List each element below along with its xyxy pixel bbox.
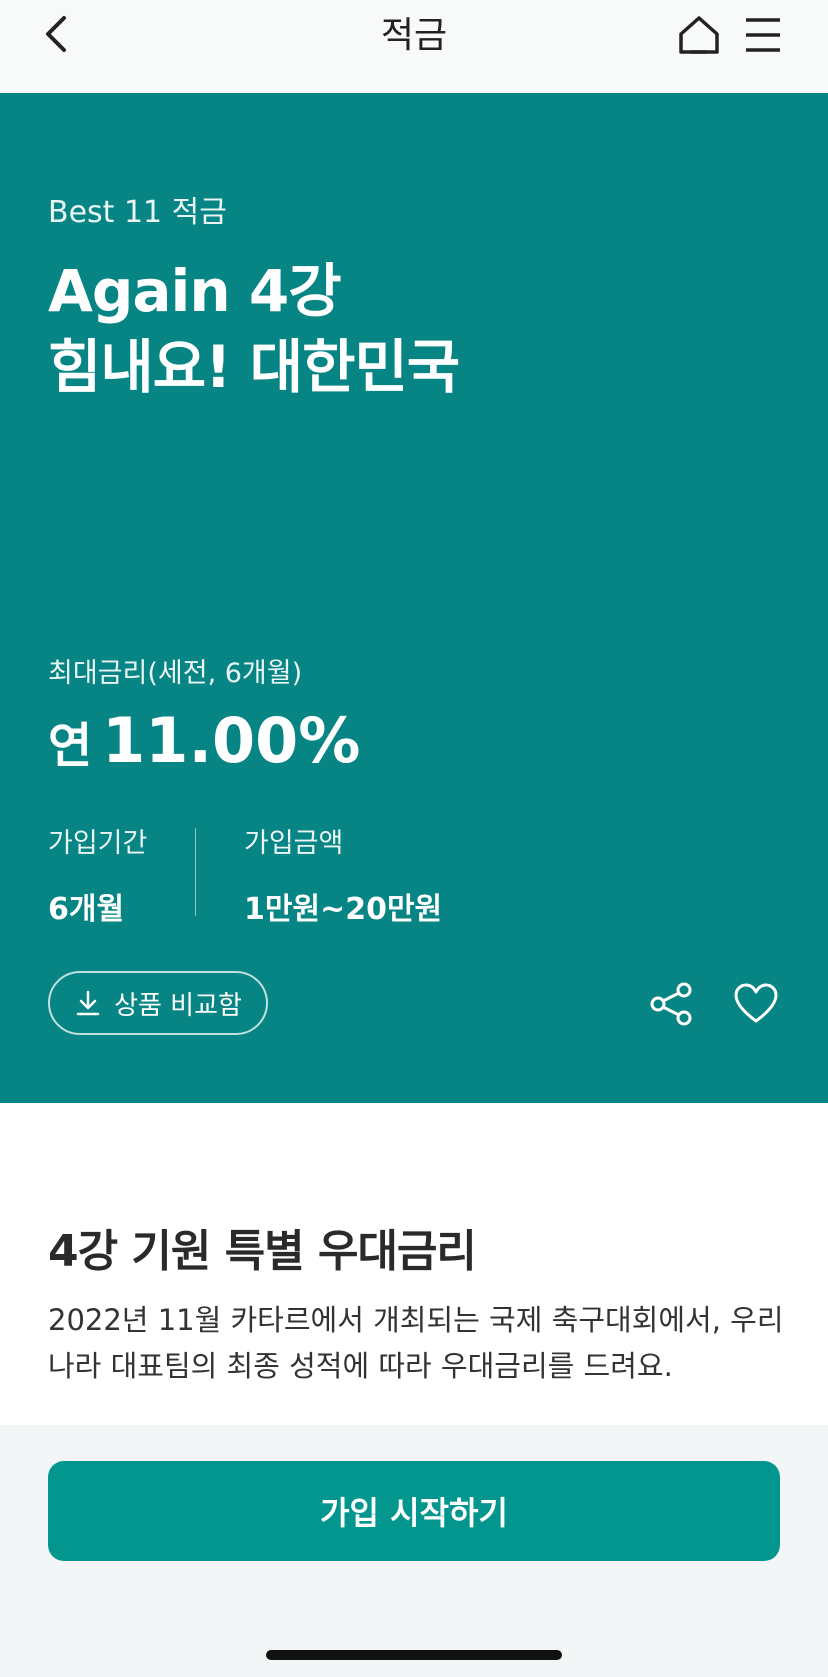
- benefit-description: 2022년 11월 카타르에서 개최되는 국제 축구대회에서, 우리나라 대표팀…: [48, 1303, 784, 1383]
- download-icon: [76, 990, 100, 1016]
- home-button[interactable]: [677, 14, 721, 58]
- period-label: 가입기간: [48, 828, 148, 859]
- period-value: 6개월: [48, 892, 125, 927]
- share-icon: [650, 982, 692, 1026]
- info-divider: [195, 828, 196, 916]
- like-button[interactable]: [733, 981, 779, 1027]
- amount-value: 1만원~20만원: [244, 892, 443, 927]
- heart-icon: [734, 983, 778, 1023]
- benefit-section: 4강 기원 특별 우대금리 2022년 11월 카타르에서 개최되는 국제 축구…: [0, 1103, 828, 1425]
- menu-button[interactable]: [742, 14, 786, 58]
- rate-prefix: 연: [48, 718, 93, 774]
- rate-value: 11.00%: [102, 704, 361, 777]
- headline-line-2: 힘내요! 대한민국: [48, 333, 460, 401]
- product-category: Best 11 적금: [48, 195, 227, 230]
- headline-line-1: Again 4강: [48, 257, 342, 325]
- amount-label: 가입금액: [244, 828, 344, 859]
- period-info: 가입기간 6개월: [48, 821, 147, 928]
- home-icon: [679, 16, 719, 54]
- product-headline: Again 4강 힘내요! 대한민국: [48, 253, 460, 405]
- amount-info: 가입금액 1만원~20만원: [244, 821, 442, 928]
- max-rate-label: 최대금리(세전, 6개월): [48, 658, 303, 689]
- product-hero: Best 11 적금 Again 4강 힘내요! 대한민국 최대금리(세전, 6…: [0, 93, 828, 1103]
- top-navigation-bar: 적금: [0, 0, 828, 93]
- hamburger-menu-icon: [746, 18, 780, 52]
- max-rate: 연 11.00%: [48, 701, 360, 797]
- start-signup-button[interactable]: 가입 시작하기: [48, 1461, 780, 1561]
- benefit-heading: 4강 기원 특별 우대금리: [48, 1226, 477, 1277]
- home-indicator: [266, 1650, 562, 1660]
- share-button[interactable]: [648, 981, 694, 1027]
- compare-list-label: 상품 비교함: [114, 990, 242, 1021]
- compare-list-button[interactable]: 상품 비교함: [48, 971, 268, 1035]
